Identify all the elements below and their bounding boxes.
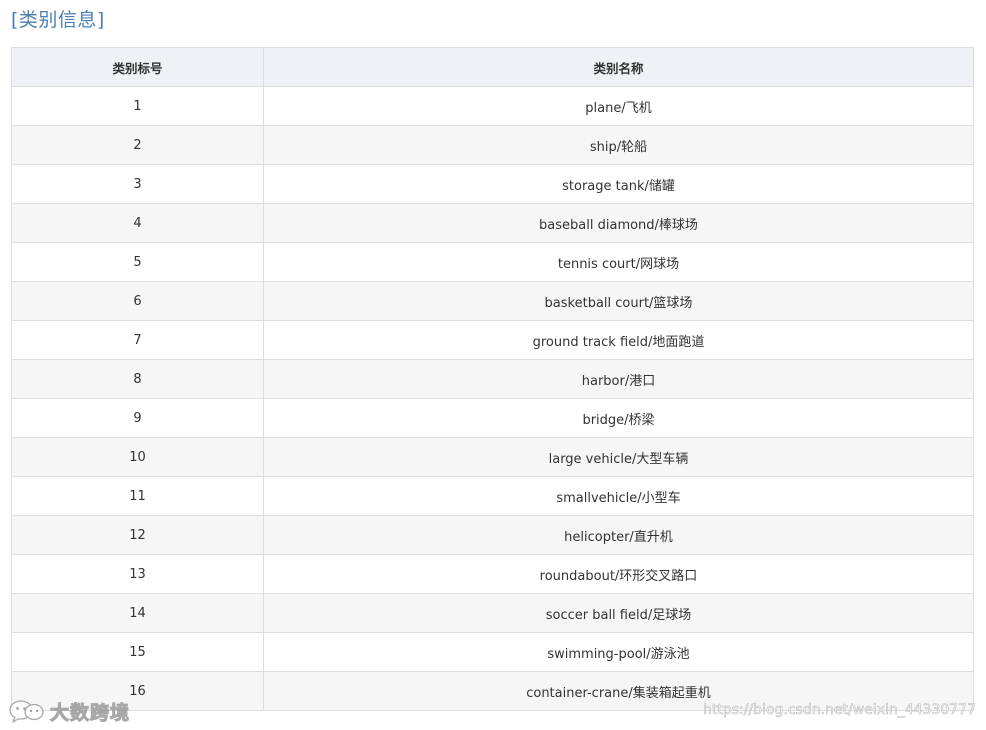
cell-id: 15 xyxy=(11,632,264,672)
table-row: 11 smallvehicle/小型车 xyxy=(11,476,974,516)
category-table: 类别标号 类别名称 1 plane/飞机 2 ship/轮船 3 storage ta… xyxy=(11,47,974,711)
cell-name: large vehicle/大型车辆 xyxy=(263,437,974,477)
cell-name: basketball court/篮球场 xyxy=(263,281,974,321)
cell-id: 13 xyxy=(11,554,264,594)
cell-name: swimming-pool/游泳池 xyxy=(263,632,974,672)
table-row: 8 harbor/港口 xyxy=(11,359,974,399)
cell-id: 6 xyxy=(11,281,264,321)
table-row: 10 large vehicle/大型车辆 xyxy=(11,437,974,477)
table-row: 9 bridge/桥梁 xyxy=(11,398,974,438)
cell-id: 12 xyxy=(11,515,264,555)
page: [类别信息] 类别标号 类别名称 1 plane/飞机 2 ship/轮船 3 sto… xyxy=(0,0,986,730)
cell-id: 11 xyxy=(11,476,264,516)
table-row: 6 basketball court/篮球场 xyxy=(11,281,974,321)
cell-name: ship/轮船 xyxy=(263,125,974,165)
table-header-row: 类别标号 类别名称 xyxy=(11,47,974,87)
column-header-id: 类别标号 xyxy=(11,47,264,87)
table-row: 7 ground track field/地面跑道 xyxy=(11,320,974,360)
section-title: [类别信息] xyxy=(11,9,105,31)
table-row: 4 baseball diamond/棒球场 xyxy=(11,203,974,243)
cell-id: 7 xyxy=(11,320,264,360)
cell-id: 1 xyxy=(11,86,264,126)
table-row: 5 tennis court/网球场 xyxy=(11,242,974,282)
table-row: 1 plane/飞机 xyxy=(11,86,974,126)
cell-id: 4 xyxy=(11,203,264,243)
cell-name: roundabout/环形交叉路口 xyxy=(263,554,974,594)
cell-name: ground track field/地面跑道 xyxy=(263,320,974,360)
cell-id: 14 xyxy=(11,593,264,633)
cell-name: baseball diamond/棒球场 xyxy=(263,203,974,243)
wechat-icon xyxy=(9,700,44,723)
cell-name: smallvehicle/小型车 xyxy=(263,476,974,516)
watermark-left-text: 大数跨境 xyxy=(49,701,131,724)
table-row: 3 storage tank/储罐 xyxy=(11,164,974,204)
cell-id: 8 xyxy=(11,359,264,399)
table-row: 2 ship/轮船 xyxy=(11,125,974,165)
cell-name: harbor/港口 xyxy=(263,359,974,399)
cell-id: 5 xyxy=(11,242,264,282)
cell-id: 9 xyxy=(11,398,264,438)
table-row: 14 soccer ball field/足球场 xyxy=(11,593,974,633)
cell-id: 2 xyxy=(11,125,264,165)
cell-name: soccer ball field/足球场 xyxy=(263,593,974,633)
cell-name: tennis court/网球场 xyxy=(263,242,974,282)
column-header-name: 类别名称 xyxy=(263,47,974,87)
cell-id: 10 xyxy=(11,437,264,477)
cell-name: bridge/桥梁 xyxy=(263,398,974,438)
table-row: 13 roundabout/环形交叉路口 xyxy=(11,554,974,594)
table-row: 12 helicopter/直升机 xyxy=(11,515,974,555)
table-row: 15 swimming-pool/游泳池 xyxy=(11,632,974,672)
watermark-url: https://blog.csdn.net/weixin_44330777 xyxy=(702,702,977,719)
cell-id: 3 xyxy=(11,164,264,204)
cell-name: helicopter/直升机 xyxy=(263,515,974,555)
watermark-logo: 大数跨境 xyxy=(8,698,130,724)
cell-name: plane/飞机 xyxy=(263,86,974,126)
cell-name: storage tank/储罐 xyxy=(263,164,974,204)
